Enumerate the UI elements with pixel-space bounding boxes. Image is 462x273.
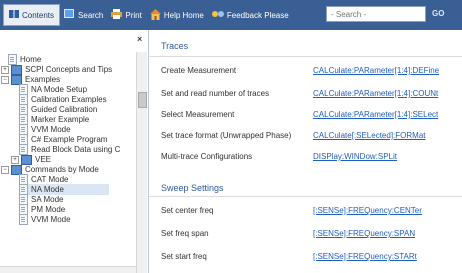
row-label: Multi-trace Configurations (161, 152, 253, 161)
contents-icon (9, 9, 19, 21)
navigation-pane: × Home + SCPI Concepts and Tips − Exampl… (0, 30, 149, 273)
printer-icon (111, 9, 123, 21)
row-label: Create Measurement (161, 66, 237, 75)
print-button[interactable]: Print (107, 5, 145, 25)
tree-item-label: SCPI Concepts and Tips (25, 65, 113, 74)
tree-item-label: SA Mode (31, 195, 64, 204)
help-home-label: Help Home (163, 10, 204, 20)
command-link[interactable]: [:SENSe]:FREQuency:CENTer (313, 206, 422, 215)
tree-item-label: Examples (25, 75, 61, 84)
expand-icon[interactable]: + (11, 155, 19, 164)
close-pane-icon[interactable]: × (137, 34, 142, 44)
section-title-sweep-settings: Sweep Settings (161, 183, 224, 193)
tree-item-label: Commands by Mode (25, 165, 99, 174)
command-link[interactable]: [:SENSe]:FREQuency:SPAN (313, 229, 415, 238)
tree-item-label: Read Block Data using C (31, 145, 121, 154)
tree-item-label: Home (20, 55, 42, 64)
tree-item-label: Calibration Examples (31, 95, 107, 104)
book-open-icon (11, 74, 22, 85)
collapse-icon[interactable]: − (1, 75, 9, 84)
page-icon (19, 214, 28, 225)
tree-item-label: PM Mode (31, 205, 66, 214)
divider (149, 56, 462, 57)
command-link[interactable]: CALCulate:PARameter[1:4]:DEFine (313, 66, 439, 75)
contents-label: Contents (22, 10, 55, 20)
row-label: Set center freq (161, 206, 214, 215)
command-link[interactable]: CALCulate[:SELected]:FORMat (313, 131, 426, 140)
search-label: Search (78, 10, 104, 20)
book-icon (11, 64, 22, 75)
tree-item-label: NA Mode (31, 185, 64, 194)
section-title-traces: Traces (161, 41, 189, 51)
command-link[interactable]: CALCulate:PARameter[1:4]:COUNt (313, 89, 438, 98)
expand-icon[interactable]: + (1, 65, 9, 74)
feedback-label: Feedback Please (226, 10, 289, 20)
book-open-icon (11, 164, 22, 175)
row-label: Set start freq (161, 252, 207, 261)
tree-item-label: CAT Mode (31, 175, 69, 184)
help-home-button[interactable]: Help Home (146, 5, 208, 25)
search-icon (64, 9, 75, 21)
collapse-icon[interactable]: − (1, 165, 9, 174)
tree-item-vvm-mode[interactable]: VVM Mode (19, 214, 71, 225)
content-pane: Traces Create Measurement CALCulate:PARa… (149, 30, 462, 273)
command-link[interactable]: [:SENSe]:FREQuency:STARt (313, 252, 417, 261)
tree-item-label: Guided Calibration (31, 105, 98, 114)
scrollbar-thumb[interactable] (138, 92, 147, 108)
feedback-button[interactable]: Feedback Please (208, 5, 293, 25)
contents-button[interactable]: Contents (3, 4, 61, 26)
tree-item-label: Marker Example (31, 115, 90, 124)
command-link[interactable]: DISPlay:WINDow:SPLit (313, 152, 397, 161)
go-button[interactable]: GO (432, 9, 444, 18)
tree-item-label: VVM Mode (31, 125, 71, 134)
divider (149, 196, 462, 197)
command-link[interactable]: CALCulate:PARameter[1:4]:SELect (313, 110, 438, 119)
row-label: Set freq span (161, 229, 209, 238)
horizontal-scrollbar[interactable] (0, 266, 136, 273)
book-icon (21, 154, 32, 165)
tree-item-label: NA Mode Setup (31, 85, 88, 94)
tree-item-label: C# Example Program (31, 135, 108, 144)
print-label: Print (125, 10, 142, 20)
row-label: Select Measurement (161, 110, 235, 119)
row-label: Set trace format (Unwrapped Phase) (161, 131, 292, 140)
home-icon (149, 8, 161, 22)
row-label: Set and read number of traces (161, 89, 270, 98)
tree-item-label: VEE (35, 155, 52, 164)
vertical-scrollbar[interactable] (136, 52, 147, 273)
feedback-icon (211, 9, 224, 21)
search-input[interactable] (326, 6, 426, 22)
search-button[interactable]: Search (60, 5, 107, 25)
tree-item-label: VVM Mode (31, 215, 71, 224)
